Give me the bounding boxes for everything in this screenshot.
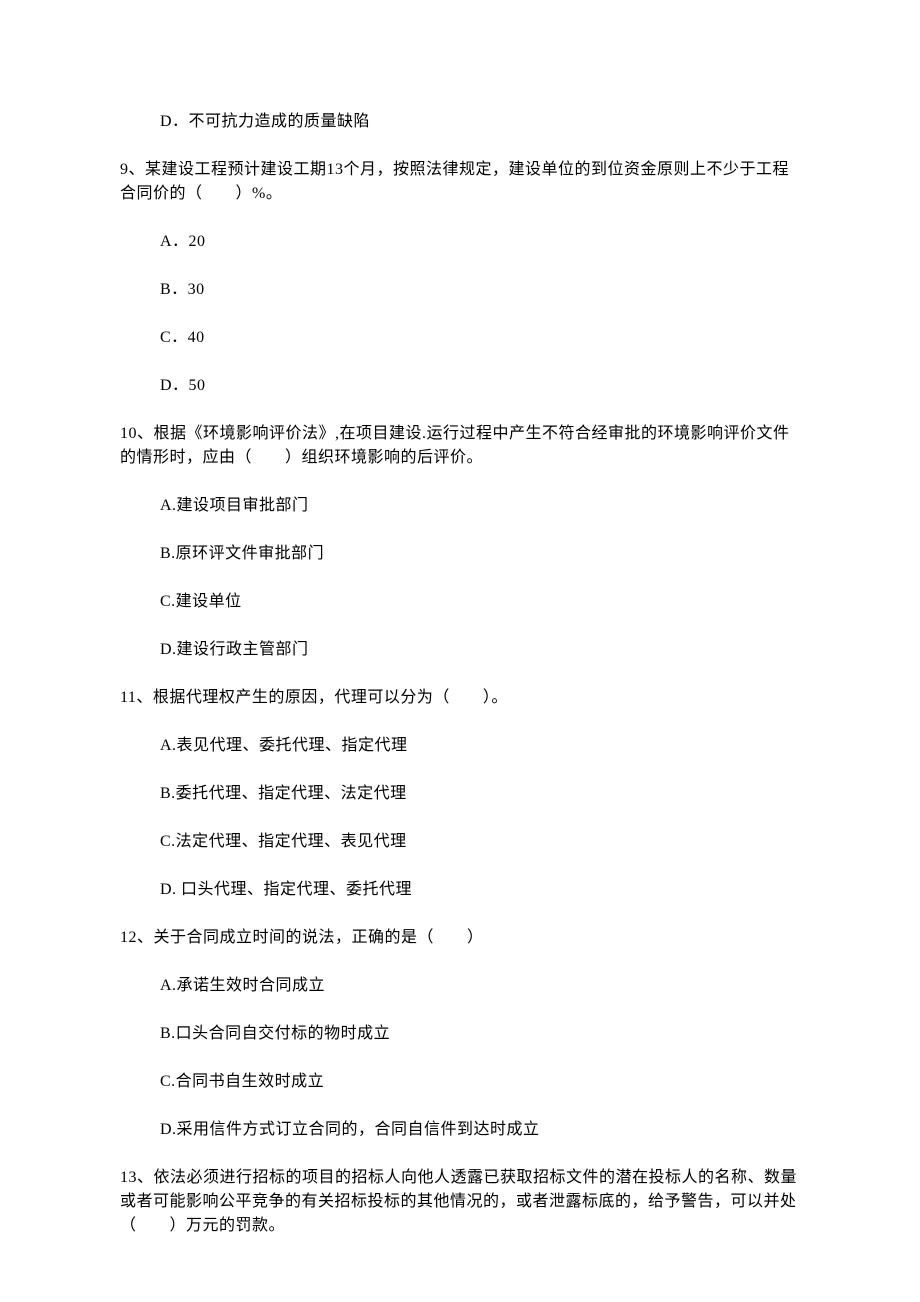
q12-option-b: B.口头合同自交付标的物时成立 [120,1022,800,1046]
q10-option-d: D.建设行政主管部门 [120,638,800,662]
q11-option-d: D. 口头代理、指定代理、委托代理 [120,878,800,902]
q11-text: 11、根据代理权产生的原因，代理可以分为（ ）。 [120,686,800,710]
q9-option-b: B．30 [120,278,800,302]
q10-option-c: C.建设单位 [120,590,800,614]
q12-option-c: C.合同书自生效时成立 [120,1070,800,1094]
q9-option-c: C．40 [120,326,800,350]
q10-option-a: A.建设项目审批部门 [120,494,800,518]
q9-text: 9、某建设工程预计建设工期13个月，按照法律规定，建设单位的到位资金原则上不少于… [120,158,800,206]
q10-text: 10、根据《环境影响评价法》,在项目建设.运行过程中产生不符合经审批的环境影响评… [120,422,800,470]
q10-option-b: B.原环评文件审批部门 [120,542,800,566]
q9-option-d: D．50 [120,374,800,398]
q9-option-a: A．20 [120,230,800,254]
q8-option-d: D．不可抗力造成的质量缺陷 [120,110,800,134]
q12-option-a: A.承诺生效时合同成立 [120,974,800,998]
q11-option-c: C.法定代理、指定代理、表见代理 [120,830,800,854]
q12-text: 12、关于合同成立时间的说法，正确的是（ ） [120,926,800,950]
q11-option-a: A.表见代理、委托代理、指定代理 [120,734,800,758]
q12-option-d: D.采用信件方式订立合同的，合同自信件到达时成立 [120,1118,800,1142]
q11-option-b: B.委托代理、指定代理、法定代理 [120,782,800,806]
q13-text: 13、依法必须进行招标的项目的招标人向他人透露已获取招标文件的潜在投标人的名称、… [120,1166,800,1238]
